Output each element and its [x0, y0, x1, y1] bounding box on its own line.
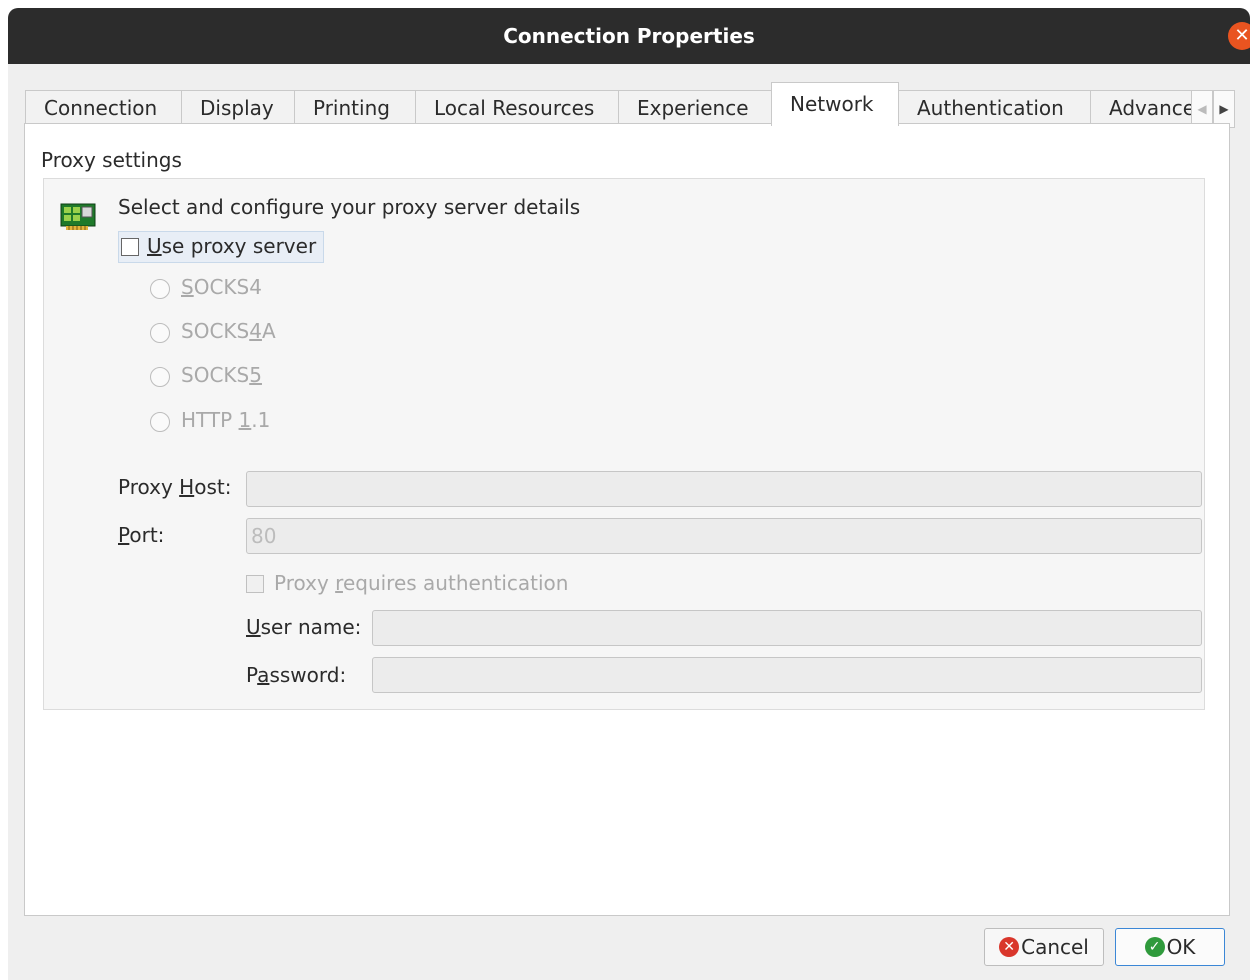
- radio-label-socks5: SOCKS5: [181, 363, 262, 387]
- cancel-icon: ✕: [999, 936, 1020, 957]
- radio-button[interactable]: [150, 279, 170, 299]
- section-title: Proxy settings: [41, 148, 182, 172]
- network-tab-panel: Proxy settings Select and configure your…: [24, 123, 1230, 916]
- port-input[interactable]: 80: [246, 518, 1202, 554]
- tab-printing[interactable]: Printing: [294, 90, 416, 124]
- username-label: User name:: [246, 615, 362, 639]
- proxy-host-input[interactable]: [246, 471, 1202, 507]
- tab-experience[interactable]: Experience: [618, 90, 772, 124]
- window-title: Connection Properties: [503, 24, 755, 48]
- checkbox-box[interactable]: [121, 238, 139, 256]
- radio-label-socks4: SOCKS4: [181, 275, 262, 299]
- radio-button[interactable]: [150, 412, 170, 432]
- cancel-button[interactable]: ✕ Cancel: [984, 928, 1104, 966]
- tab-local-resources[interactable]: Local Resources: [415, 90, 619, 124]
- tab-connection[interactable]: Connection: [25, 90, 182, 124]
- dialog-window: Connection Properties ✕ Connection Displ…: [8, 8, 1250, 980]
- radio-label-http: HTTP 1.1: [181, 408, 271, 432]
- radio-button[interactable]: [150, 367, 170, 387]
- radio-button[interactable]: [150, 323, 170, 343]
- password-input[interactable]: [372, 657, 1202, 693]
- network-card-icon: [60, 203, 96, 230]
- use-proxy-label: Use proxy server: [147, 234, 317, 258]
- port-label: Port:: [118, 523, 165, 547]
- tab-authentication[interactable]: Authentication: [898, 90, 1091, 124]
- chevron-right-icon: ▶: [1219, 102, 1229, 116]
- use-proxy-checkbox[interactable]: Use proxy server: [118, 231, 324, 263]
- username-input[interactable]: [372, 610, 1202, 646]
- tab-display[interactable]: Display: [181, 90, 295, 124]
- group-header: Select and configure your proxy server d…: [118, 195, 581, 219]
- password-label: Password:: [246, 663, 347, 687]
- checkbox-box[interactable]: [246, 575, 264, 593]
- check-icon: ✓: [1144, 936, 1165, 957]
- tab-bar: Connection Display Printing Local Resour…: [25, 82, 1225, 126]
- proxy-auth-label: Proxy requires authentication: [274, 571, 569, 595]
- close-icon: ✕: [1234, 25, 1250, 46]
- radio-label-socks4a: SOCKS4A: [181, 319, 276, 343]
- close-button[interactable]: ✕: [1228, 22, 1250, 50]
- chevron-left-icon: ◀: [1197, 102, 1207, 116]
- proxy-group: Select and configure your proxy server d…: [43, 178, 1205, 710]
- proxy-host-label: Proxy Host:: [118, 475, 232, 499]
- tab-network[interactable]: Network: [771, 82, 899, 126]
- title-bar: Connection Properties ✕: [8, 8, 1250, 64]
- ok-button[interactable]: ✓ OK: [1115, 928, 1225, 966]
- ok-label: OK: [1166, 935, 1196, 959]
- cancel-label: Cancel: [1021, 935, 1089, 959]
